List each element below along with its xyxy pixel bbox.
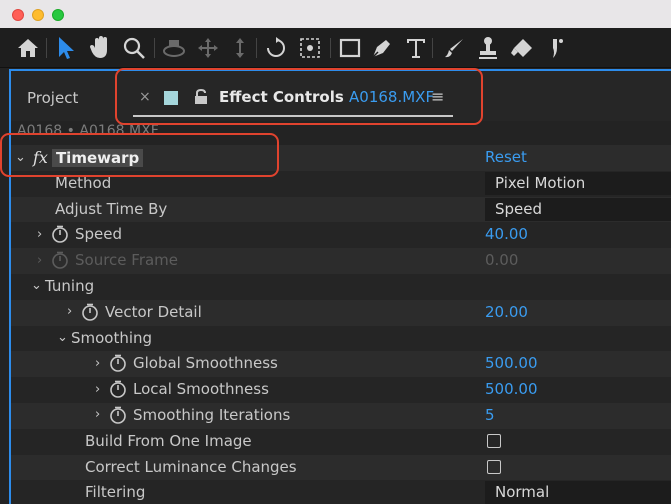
type-tool-icon[interactable] <box>402 34 430 62</box>
group-label: Tuning <box>45 276 95 295</box>
property-label: Speed <box>75 225 123 244</box>
property-label: Method <box>55 173 112 192</box>
property-row-adjust-time-by: Adjust Time By Speed <box>11 196 671 223</box>
hand-tool-icon[interactable] <box>86 34 114 62</box>
property-label: Vector Detail <box>105 302 202 321</box>
orbit-camera-icon[interactable] <box>160 34 188 62</box>
layer-path: A0168 • A0168.MXF <box>11 121 671 145</box>
home-icon[interactable] <box>14 34 42 62</box>
global-smoothness-value[interactable]: 500.00 <box>485 354 538 372</box>
property-group-tuning[interactable]: ⌄ Tuning <box>11 273 671 300</box>
property-row-source-frame: › Source Frame 0.00 <box>11 248 671 274</box>
chevron-right-icon[interactable]: › <box>95 356 109 371</box>
property-row-vector-detail: › Vector Detail 20.00 <box>11 299 671 326</box>
chevron-right-icon[interactable]: › <box>37 227 51 242</box>
property-group-smoothing[interactable]: ⌄ Smoothing <box>11 325 671 352</box>
chevron-right-icon[interactable]: › <box>95 382 109 397</box>
tab-effect-controls-file: A0168.MXF <box>349 88 435 106</box>
property-label: Smoothing Iterations <box>133 405 291 424</box>
property-label: Filtering <box>85 483 146 502</box>
property-list: ⌄ fx Timewarp Reset Method Pixel Motion … <box>11 145 671 504</box>
chevron-right-icon[interactable]: › <box>95 407 109 422</box>
build-from-one-image-checkbox[interactable] <box>487 433 501 448</box>
close-window-button[interactable] <box>12 9 24 21</box>
chevron-down-icon[interactable]: ⌄ <box>57 330 71 345</box>
composition-color-swatch <box>164 91 178 105</box>
clone-stamp-icon[interactable] <box>474 34 502 62</box>
property-row-filtering: Filtering Normal <box>11 480 671 504</box>
rotation-tool-icon[interactable] <box>262 34 290 62</box>
brush-tool-icon[interactable] <box>440 34 468 62</box>
property-row-smoothing-iterations: › Smoothing Iterations 5 <box>11 402 671 429</box>
property-row-build-from-one-image: Build From One Image <box>11 428 671 455</box>
effect-header-row[interactable]: ⌄ fx Timewarp Reset <box>11 145 671 171</box>
chevron-right-icon[interactable]: › <box>67 304 81 319</box>
group-label: Smoothing <box>71 328 153 347</box>
adjust-time-by-dropdown[interactable]: Speed <box>485 197 671 221</box>
effect-name[interactable]: Timewarp <box>51 148 144 167</box>
active-tab-indicator <box>133 115 453 117</box>
selection-tool-icon[interactable] <box>52 34 80 62</box>
property-label: Correct Luminance Changes <box>85 457 297 476</box>
tab-effect-controls-label: Effect Controls <box>219 88 344 106</box>
rectangle-tool-icon[interactable] <box>336 34 364 62</box>
minimize-window-button[interactable] <box>32 9 44 21</box>
chevron-right-icon[interactable]: › <box>37 253 51 268</box>
lock-icon[interactable] <box>194 88 208 109</box>
close-tab-icon[interactable]: × <box>139 89 151 105</box>
pan-camera-icon[interactable] <box>194 34 222 62</box>
property-row-method: Method Pixel Motion <box>11 170 671 197</box>
smoothing-iterations-value[interactable]: 5 <box>485 406 495 424</box>
property-row-speed: › Speed 40.00 <box>11 222 671 249</box>
window-titlebar <box>0 0 671 28</box>
local-smoothness-value[interactable]: 500.00 <box>485 380 538 398</box>
zoom-tool-icon[interactable] <box>120 34 148 62</box>
property-label: Local Smoothness <box>133 380 269 399</box>
property-label: Global Smoothness <box>133 354 278 373</box>
property-label: Adjust Time By <box>55 199 168 218</box>
property-label: Source Frame <box>75 251 179 270</box>
eraser-tool-icon[interactable] <box>508 34 536 62</box>
stopwatch-icon[interactable] <box>109 406 127 424</box>
panel-menu-icon[interactable]: ≡ <box>431 87 444 106</box>
tools-toolbar <box>0 28 671 68</box>
vector-detail-value[interactable]: 20.00 <box>485 303 528 321</box>
chevron-down-icon[interactable]: ⌄ <box>15 150 29 165</box>
fx-toggle[interactable]: fx <box>33 148 48 167</box>
property-row-local-smoothness: › Local Smoothness 500.00 <box>11 377 671 403</box>
zoom-window-button[interactable] <box>52 9 64 21</box>
roto-brush-icon[interactable] <box>542 34 570 62</box>
source-frame-value: 0.00 <box>485 251 519 270</box>
pan-behind-icon[interactable] <box>296 34 324 62</box>
method-dropdown[interactable]: Pixel Motion <box>485 171 671 195</box>
panel-tab-bar: Project × Effect Controls A0168.MXF ≡ <box>11 71 671 121</box>
stopwatch-icon[interactable] <box>51 225 69 244</box>
speed-value[interactable]: 40.00 <box>485 225 528 243</box>
stopwatch-icon[interactable] <box>109 380 127 398</box>
tab-project[interactable]: Project <box>27 89 78 107</box>
stopwatch-icon[interactable] <box>109 354 127 373</box>
property-row-correct-luminance: Correct Luminance Changes <box>11 454 671 481</box>
tab-effect-controls[interactable]: Effect Controls A0168.MXF <box>219 88 434 106</box>
pen-tool-icon[interactable] <box>368 34 396 62</box>
stopwatch-icon <box>52 251 68 269</box>
stopwatch-icon[interactable] <box>81 303 99 321</box>
reset-button[interactable]: Reset <box>485 148 527 166</box>
layer-path-text: A0168 • A0168.MXF <box>17 123 159 139</box>
property-row-global-smoothness: › Global Smoothness 500.00 <box>11 351 671 378</box>
dolly-camera-icon[interactable] <box>226 34 254 62</box>
chevron-down-icon[interactable]: ⌄ <box>31 278 45 293</box>
correct-luminance-checkbox[interactable] <box>487 459 501 474</box>
property-label: Build From One Image <box>85 431 252 450</box>
filtering-dropdown[interactable]: Normal <box>485 481 671 504</box>
